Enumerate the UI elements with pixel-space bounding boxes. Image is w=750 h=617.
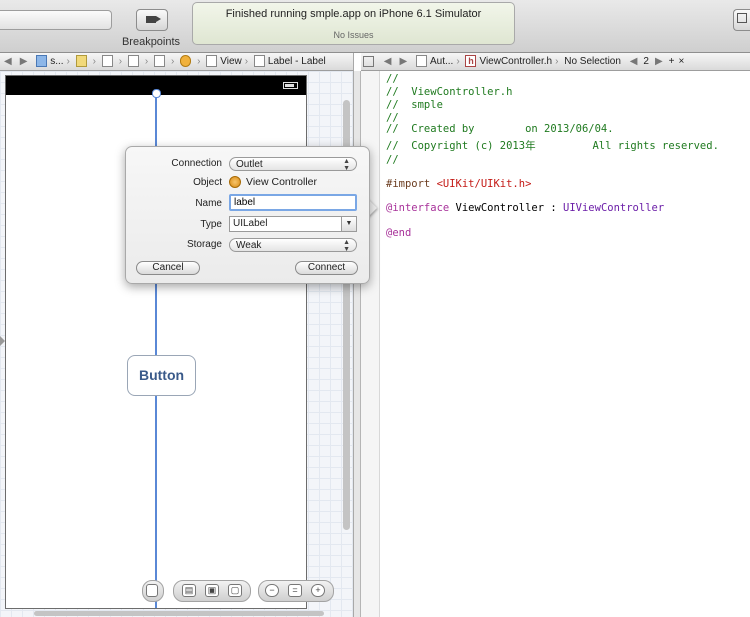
battery-icon xyxy=(283,82,298,89)
layout-controls: ▤ ▣ ▢ xyxy=(173,580,251,602)
object-label: Object xyxy=(193,177,222,188)
resolve-icon[interactable]: ▢ xyxy=(228,584,242,597)
scene-icon xyxy=(154,55,166,68)
breakpoints-label: Breakpoints xyxy=(121,36,181,48)
object-value: View Controller xyxy=(229,175,317,189)
jump-item-scene[interactable] xyxy=(152,53,170,70)
zoom-actual-icon[interactable]: = xyxy=(288,584,302,597)
jump-item-header[interactable]: h ViewController.h xyxy=(463,53,554,70)
jump-back-button[interactable]: ◀ xyxy=(0,53,16,70)
jump-item-controller[interactable] xyxy=(178,53,196,70)
view-controller-icon xyxy=(229,176,241,189)
activity-viewer: Finished running smple.app on iPhone 6.1… xyxy=(192,2,515,45)
close-editor-button[interactable]: × xyxy=(677,53,687,70)
type-label: Type xyxy=(200,219,222,230)
cancel-button[interactable]: Cancel xyxy=(136,261,200,275)
file-icon xyxy=(101,55,113,68)
code-line-import: #import <UIKit/UIKit.h> xyxy=(386,178,531,190)
code-line: // xyxy=(386,154,399,166)
view-icon xyxy=(206,55,218,68)
editor-jump-bar: ◀ ▶ Aut... › h ViewController.h › No Selecti… xyxy=(361,53,750,71)
jump-item-folder[interactable] xyxy=(74,53,92,70)
editor-forward-button[interactable]: ▶ xyxy=(395,53,411,70)
assistant-mode[interactable]: Aut... xyxy=(414,53,455,70)
name-field[interactable] xyxy=(229,194,357,211)
ui-button[interactable]: Button xyxy=(127,355,196,396)
canvas-horizontal-scrollbar[interactable] xyxy=(34,611,324,616)
outlet-connection-popover: Connection Outlet ▲ ▼ Object View Controll… xyxy=(125,146,370,284)
code-line-end: @end xyxy=(386,227,412,239)
import-path: <UIKit/UIKit.h> xyxy=(436,178,532,190)
project-icon xyxy=(36,55,48,68)
size-fit-icon[interactable]: ▤ xyxy=(182,584,196,597)
jump-forward-button[interactable]: ▶ xyxy=(16,53,32,70)
scheme-selector[interactable] xyxy=(0,10,112,30)
name-label: Name xyxy=(195,198,222,209)
jump-item-view[interactable]: View xyxy=(204,53,244,70)
import-directive: #import xyxy=(386,178,437,190)
code-line: // ViewController.h xyxy=(386,86,513,98)
counterpart-prev-button[interactable]: ◀ xyxy=(626,53,642,70)
code-line: // smple xyxy=(386,99,443,111)
related-items-icon xyxy=(363,55,374,67)
interface-superclass: UIViewController xyxy=(563,202,665,214)
counterpart-counter: 2 xyxy=(643,56,649,67)
editor-mode-icon xyxy=(737,13,747,23)
editor-back-button[interactable]: ◀ xyxy=(380,53,396,70)
breakpoints-icon xyxy=(146,16,161,23)
align-icon[interactable]: ▣ xyxy=(205,584,219,597)
activity-title: Finished running smple.app on iPhone 6.1… xyxy=(225,8,482,20)
header-file-icon: h xyxy=(465,55,477,68)
jump-item-label[interactable]: Label - Label xyxy=(252,53,328,70)
code-line: // Copyright (c) 2013年 All rights reserv… xyxy=(386,140,719,152)
document-outline-toggle[interactable] xyxy=(142,580,164,602)
toolbar: Breakpoints Finished running smple.app o… xyxy=(0,0,750,53)
jump-item-selection[interactable]: No Selection xyxy=(562,53,623,70)
object-icon xyxy=(180,55,192,68)
zoom-controls: − = + xyxy=(258,580,334,602)
interface-name: ViewController : xyxy=(449,202,564,214)
code-line: // xyxy=(386,73,399,85)
updown-arrows-icon: ▲ ▼ xyxy=(343,239,350,253)
chevron-down-icon[interactable]: ▼ xyxy=(341,217,356,231)
interface-keyword: @interface xyxy=(386,202,450,214)
jump-item-storyboard[interactable] xyxy=(126,53,144,70)
connection-select[interactable]: Outlet ▲ ▼ xyxy=(229,157,357,172)
editor-mode-button[interactable] xyxy=(733,9,750,31)
label-icon xyxy=(253,55,265,68)
connect-button[interactable]: Connect xyxy=(295,261,358,275)
code-line: // Created by on 2013/06/04. xyxy=(386,123,614,135)
related-items-button[interactable] xyxy=(361,53,377,70)
connection-label: Connection xyxy=(171,158,222,169)
storage-label: Storage xyxy=(186,239,222,250)
counterpart-next-button[interactable]: ▶ xyxy=(651,53,667,70)
zoom-out-icon[interactable]: − xyxy=(265,584,279,597)
add-editor-button[interactable]: + xyxy=(667,53,677,70)
folder-icon xyxy=(75,55,87,68)
segue-arrow-icon xyxy=(0,336,5,346)
outline-icon xyxy=(146,584,158,597)
storyboard-icon xyxy=(127,55,139,68)
activity-status: No Issues xyxy=(333,30,374,40)
storage-select[interactable]: Weak ▲ ▼ xyxy=(229,238,357,253)
type-combobox[interactable]: UILabel ▼ xyxy=(229,216,357,232)
code-line-interface: @interface ViewController : UIViewContro… xyxy=(386,202,664,214)
assistant-icon xyxy=(415,55,427,68)
ib-jump-bar: ◀ ▶ s... › › › › › › View › Label - Label xyxy=(0,53,354,71)
guide-handle[interactable] xyxy=(152,89,161,98)
jump-item-project[interactable]: s... xyxy=(34,53,65,70)
zoom-in-icon[interactable]: + xyxy=(311,584,325,597)
updown-arrows-icon: ▲ ▼ xyxy=(343,158,350,172)
jump-item-file[interactable] xyxy=(100,53,118,70)
breakpoints-button[interactable] xyxy=(136,9,168,31)
